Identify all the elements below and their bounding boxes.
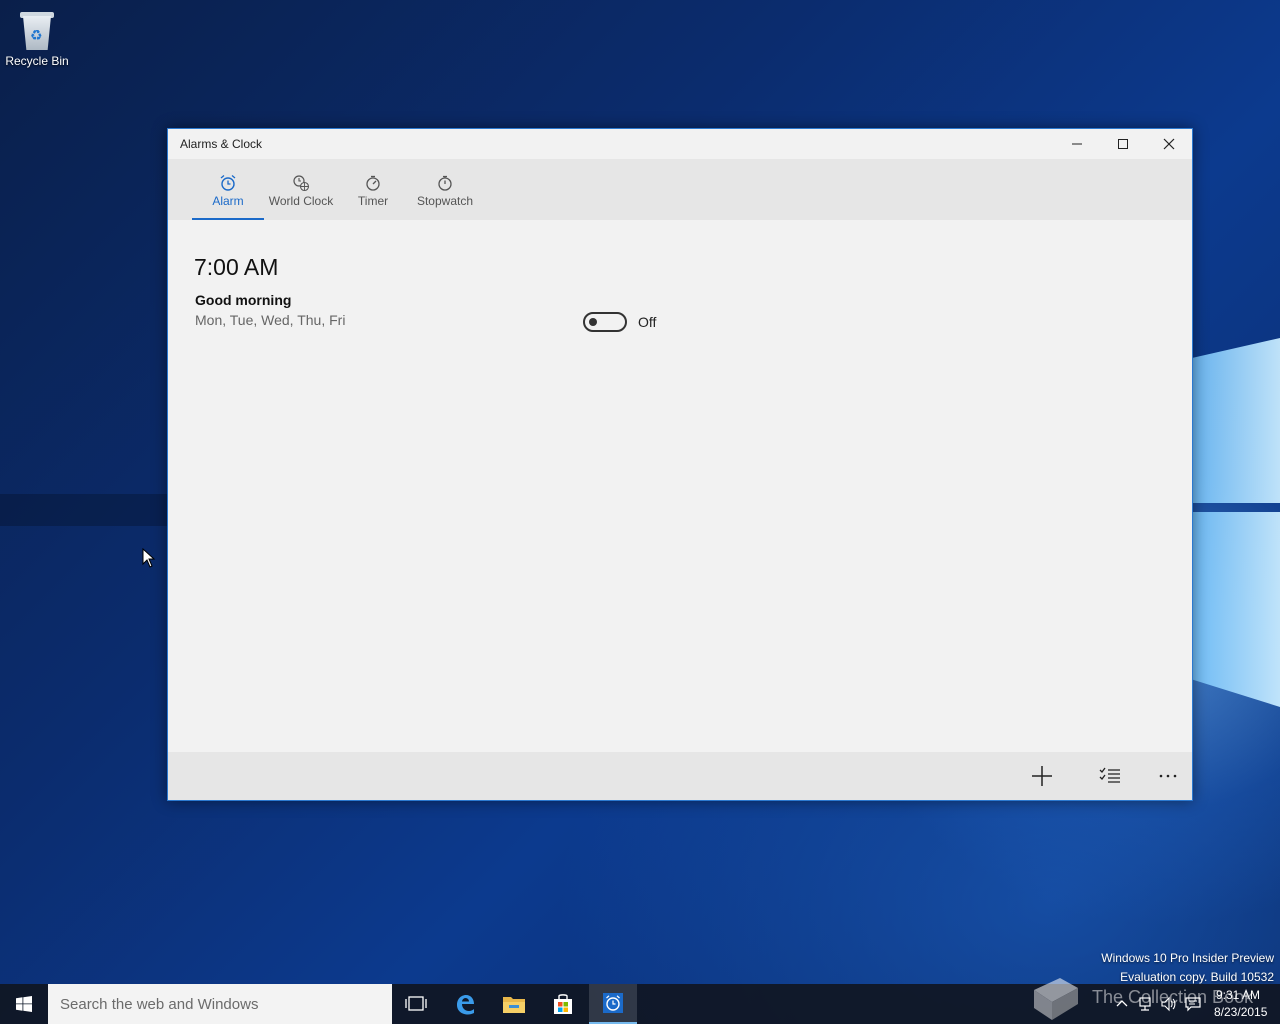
alarm-time: 7:00 AM bbox=[194, 254, 279, 280]
file-explorer-button[interactable] bbox=[490, 984, 538, 1024]
tab-timer-label: Timer bbox=[357, 194, 389, 208]
window-title: Alarms & Clock bbox=[180, 137, 263, 151]
store-icon bbox=[554, 994, 572, 1014]
maximize-icon bbox=[1118, 139, 1128, 149]
alarm-toggle-switch[interactable] bbox=[583, 312, 627, 332]
tab-alarm[interactable]: Alarm bbox=[192, 171, 264, 220]
taskbar: Search the web and Windows bbox=[0, 984, 1280, 1024]
desktop-shadow-band bbox=[0, 494, 168, 526]
tab-alarm-label: Alarm bbox=[212, 194, 244, 208]
add-alarm-button[interactable] bbox=[1018, 756, 1066, 796]
alarm-list: 7:00 AM Good morning Mon, Tue, Wed, Thu,… bbox=[168, 220, 1192, 752]
alarm-name: Good morning bbox=[195, 292, 292, 308]
tab-stopwatch[interactable]: Stopwatch bbox=[408, 171, 482, 220]
alarm-clock-icon bbox=[220, 175, 236, 191]
windows-logo-light-upper bbox=[1193, 338, 1280, 503]
tab-timer[interactable]: Timer bbox=[338, 171, 408, 220]
taskbar-clock-time[interactable]: 9:31 AM bbox=[1216, 988, 1260, 1002]
search-placeholder: Search the web and Windows bbox=[60, 996, 259, 1013]
file-explorer-icon bbox=[503, 997, 525, 1013]
toggle-knob bbox=[589, 318, 597, 326]
alarms-clock-icon bbox=[603, 993, 623, 1013]
tab-world-clock[interactable]: World Clock bbox=[264, 171, 338, 220]
maximize-button[interactable] bbox=[1100, 129, 1146, 159]
taskbar-clock-date[interactable]: 8/23/2015 bbox=[1214, 1005, 1267, 1019]
tab-world-clock-label: World Clock bbox=[268, 194, 334, 208]
mouse-cursor-icon bbox=[142, 548, 156, 568]
minimize-icon bbox=[1072, 143, 1082, 145]
watermark-line-1: Windows 10 Pro Insider Preview bbox=[1101, 951, 1274, 965]
command-bar bbox=[168, 752, 1192, 800]
title-bar[interactable]: Alarms & Clock bbox=[168, 129, 1192, 159]
store-button[interactable] bbox=[539, 984, 587, 1024]
more-options-button[interactable] bbox=[1144, 756, 1192, 796]
edge-icon bbox=[457, 995, 474, 1015]
alarm-toggle-state: Off bbox=[638, 314, 657, 330]
select-alarms-button[interactable] bbox=[1086, 756, 1134, 796]
alarm-days: Mon, Tue, Wed, Thu, Fri bbox=[195, 312, 346, 328]
world-clock-icon bbox=[293, 175, 310, 192]
stopwatch-icon bbox=[438, 175, 452, 191]
close-icon bbox=[1163, 138, 1175, 150]
edge-browser-button[interactable] bbox=[441, 984, 489, 1024]
evaluation-watermark: Windows 10 Pro Insider Preview Evaluatio… bbox=[1101, 949, 1274, 987]
tab-bar: Alarm World Clock Timer Stopwatch bbox=[168, 159, 1192, 220]
recycle-bin-icon: ♻ bbox=[20, 10, 54, 50]
alarm-list-item[interactable]: 7:00 AM Good morning Mon, Tue, Wed, Thu,… bbox=[194, 254, 694, 334]
alarms-clock-window: Alarms & Clock Alarm World Clock Timer S… bbox=[167, 128, 1193, 801]
task-view-icon bbox=[405, 996, 427, 1011]
alarms-clock-taskbar-button[interactable] bbox=[589, 984, 637, 1024]
tab-stopwatch-label: Stopwatch bbox=[416, 194, 474, 208]
minimize-button[interactable] bbox=[1054, 129, 1100, 159]
windows-logo-icon bbox=[16, 996, 32, 1012]
search-input[interactable]: Search the web and Windows bbox=[48, 984, 392, 1024]
recycle-bin-label: Recycle Bin bbox=[5, 54, 69, 68]
start-button[interactable] bbox=[0, 984, 48, 1024]
task-view-button[interactable] bbox=[392, 984, 440, 1024]
plus-icon bbox=[1032, 766, 1052, 786]
checklist-icon bbox=[1099, 767, 1120, 783]
recycle-bin-shortcut[interactable]: ♻ Recycle Bin bbox=[4, 6, 70, 76]
close-button[interactable] bbox=[1146, 129, 1192, 159]
ellipsis-icon bbox=[1159, 774, 1177, 778]
collection-book-logo-icon bbox=[1034, 978, 1078, 1020]
timer-icon bbox=[366, 175, 380, 191]
windows-logo-light-lower bbox=[1193, 512, 1280, 707]
